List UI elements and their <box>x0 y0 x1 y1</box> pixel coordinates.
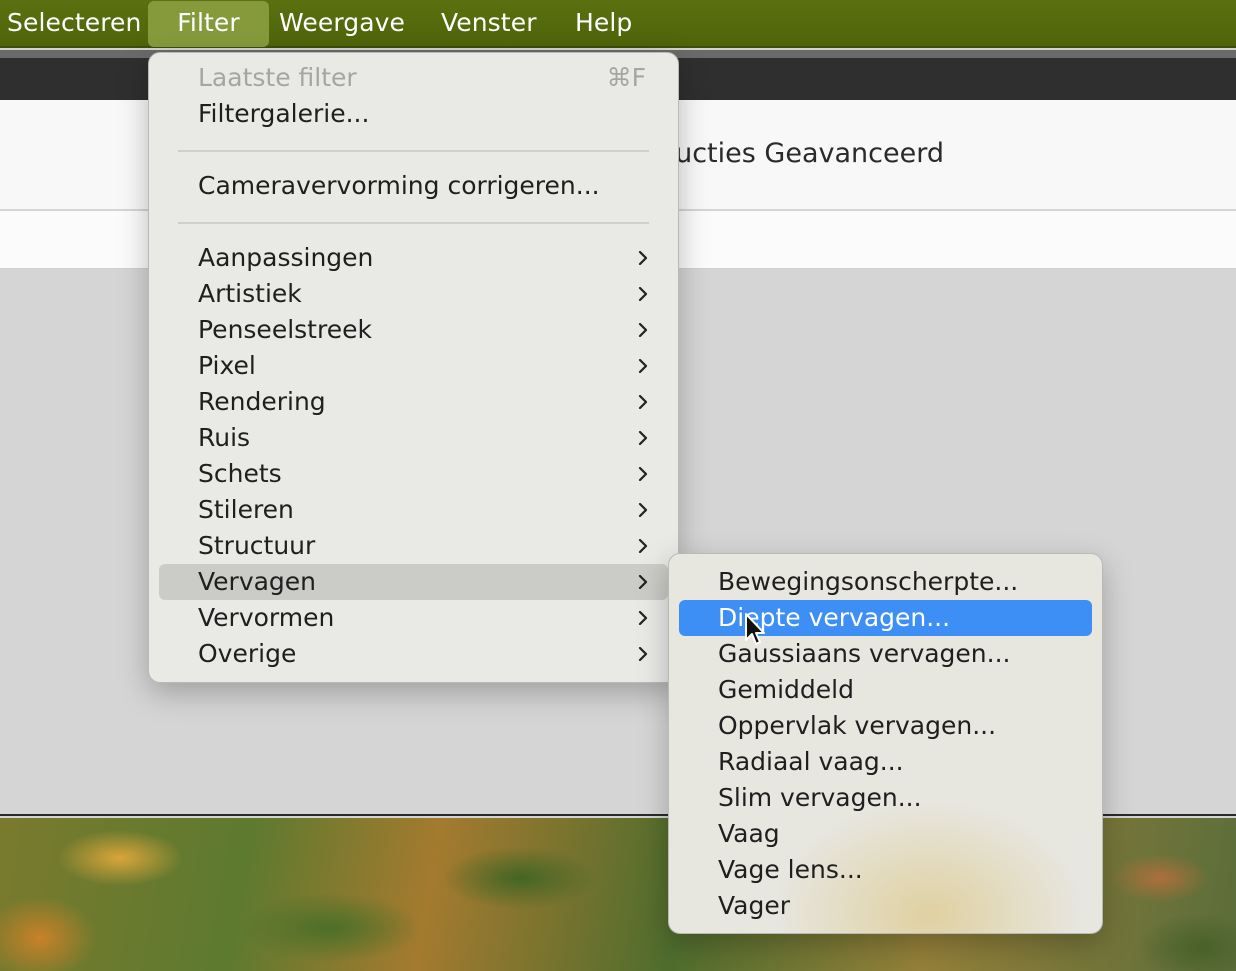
blur-submenu: Bewegingsonscherpte... Diepte vervagen..… <box>668 553 1103 934</box>
mouse-pointer-icon <box>745 613 765 645</box>
menu-item-schets[interactable]: Schets <box>159 456 668 492</box>
menubar-item-weergave[interactable]: Weergave <box>279 0 419 48</box>
menu-item-label: Penseelstreek <box>198 315 372 344</box>
chevron-right-icon <box>638 467 648 481</box>
menu-item-penseelstreek[interactable]: Penseelstreek <box>159 312 668 348</box>
menubar-item-selecteren[interactable]: Selecteren <box>0 0 146 48</box>
menu-bar: Selecteren Filter Weergave Venster Help <box>0 0 1236 48</box>
panel-title: ructies Geavanceerd <box>664 138 944 169</box>
submenu-item-radiaal-vaag[interactable]: Radiaal vaag... <box>679 744 1092 780</box>
menu-item-label: Schets <box>198 459 282 488</box>
menu-item-camera-distortion[interactable]: Cameravervorming corrigeren... <box>159 168 668 204</box>
menu-item-structuur[interactable]: Structuur <box>159 528 668 564</box>
menu-item-ruis[interactable]: Ruis <box>159 420 668 456</box>
menu-item-stileren[interactable]: Stileren <box>159 492 668 528</box>
menu-item-overige[interactable]: Overige <box>159 636 668 672</box>
submenu-item-diepte-vervagen[interactable]: Diepte vervagen... <box>679 600 1092 636</box>
submenu-item-gaussiaans-vervagen[interactable]: Gaussiaans vervagen... <box>679 636 1092 672</box>
menu-separator <box>178 222 649 224</box>
menu-item-aanpassingen[interactable]: Aanpassingen <box>159 240 668 276</box>
menu-item-label: Vervagen <box>198 567 317 596</box>
submenu-item-gemiddeld[interactable]: Gemiddeld <box>679 672 1092 708</box>
menubar-item-filter[interactable]: Filter <box>148 1 269 47</box>
menu-item-vervormen[interactable]: Vervormen <box>159 600 668 636</box>
menu-item-label: Vage lens... <box>718 855 863 884</box>
menu-item-label: Overige <box>198 639 297 668</box>
submenu-item-vaag[interactable]: Vaag <box>679 816 1092 852</box>
menu-item-label: Vager <box>718 891 791 920</box>
menubar-item-help[interactable]: Help <box>575 0 655 48</box>
menu-item-label: Vaag <box>718 819 780 848</box>
menu-item-label: Pixel <box>198 351 256 380</box>
menu-item-label: Ruis <box>198 423 251 452</box>
menu-separator <box>178 150 649 152</box>
menubar-item-venster[interactable]: Venster <box>441 0 551 48</box>
menu-item-pixel[interactable]: Pixel <box>159 348 668 384</box>
menu-item-last-filter: Laatste filter ⌘F <box>159 60 668 96</box>
submenu-item-oppervlak-vervagen[interactable]: Oppervlak vervagen... <box>679 708 1092 744</box>
chevron-right-icon <box>638 647 648 661</box>
chevron-right-icon <box>638 431 648 445</box>
menu-item-vervagen[interactable]: Vervagen <box>159 564 668 600</box>
menu-item-label: Slim vervagen... <box>718 783 922 812</box>
menu-item-label: Aanpassingen <box>198 243 374 272</box>
chevron-right-icon <box>638 503 648 517</box>
menu-item-label: Laatste filter <box>198 63 357 92</box>
menu-item-label: Stileren <box>198 495 294 524</box>
menu-item-artistiek[interactable]: Artistiek <box>159 276 668 312</box>
submenu-item-vage-lens[interactable]: Vage lens... <box>679 852 1092 888</box>
submenu-item-bewegingsonscherpte[interactable]: Bewegingsonscherpte... <box>679 564 1092 600</box>
chevron-right-icon <box>638 611 648 625</box>
chevron-right-icon <box>638 251 648 265</box>
menu-item-rendering[interactable]: Rendering <box>159 384 668 420</box>
shortcut-label: ⌘F <box>606 63 646 92</box>
filter-menu: Laatste filter ⌘F Filtergalerie... Camer… <box>148 52 679 683</box>
submenu-item-vager[interactable]: Vager <box>679 888 1092 924</box>
menu-item-label: Vervormen <box>198 603 335 632</box>
chevron-right-icon <box>638 395 648 409</box>
menu-item-label: Radiaal vaag... <box>718 747 904 776</box>
menu-item-label: Filtergalerie... <box>198 99 370 128</box>
chevron-right-icon <box>638 539 648 553</box>
menu-item-label: Rendering <box>198 387 326 416</box>
menu-item-label: Gemiddeld <box>718 675 854 704</box>
menu-item-label: Cameravervorming corrigeren... <box>198 171 600 200</box>
menu-item-label: Artistiek <box>198 279 302 308</box>
chevron-right-icon <box>638 359 648 373</box>
submenu-item-slim-vervagen[interactable]: Slim vervagen... <box>679 780 1092 816</box>
menu-item-label: Oppervlak vervagen... <box>718 711 997 740</box>
menu-item-filter-gallery[interactable]: Filtergalerie... <box>159 96 668 132</box>
chevron-right-icon <box>638 323 648 337</box>
chevron-right-icon <box>638 575 648 589</box>
chevron-right-icon <box>638 287 648 301</box>
menu-item-label: Bewegingsonscherpte... <box>718 567 1019 596</box>
menu-item-label: Structuur <box>198 531 316 560</box>
